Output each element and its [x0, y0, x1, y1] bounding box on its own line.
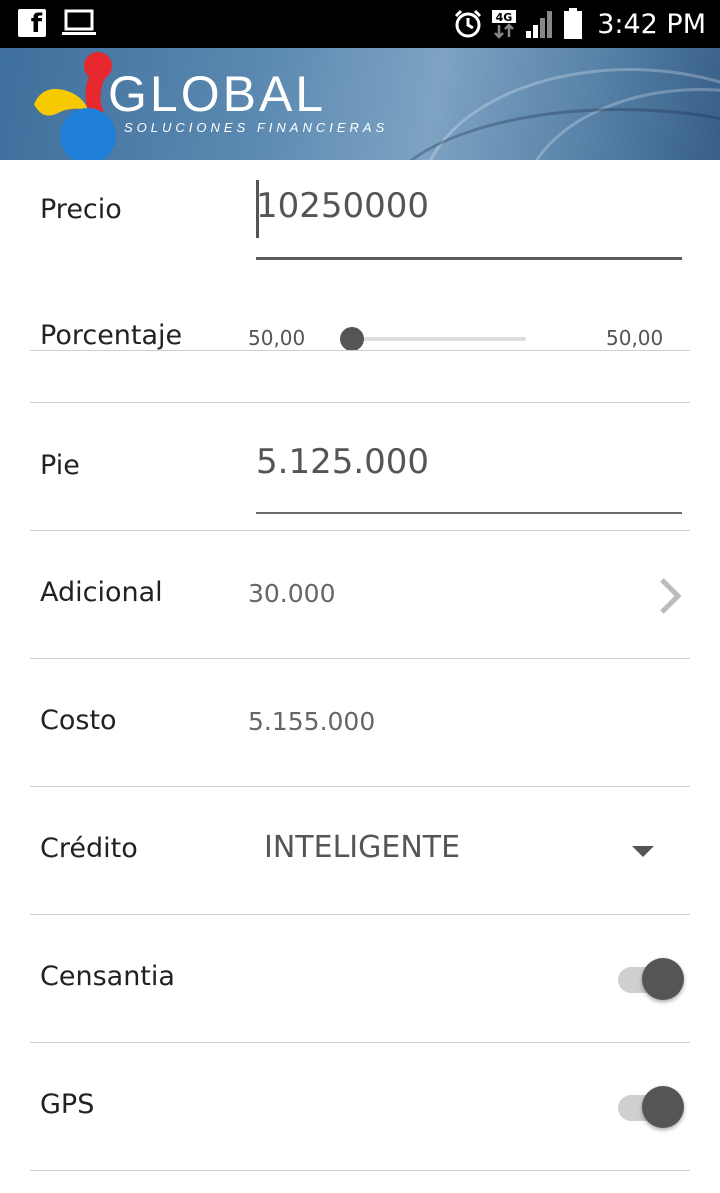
- status-bar: f 4G 3:42 PM: [0, 0, 720, 48]
- divider: [30, 658, 690, 659]
- toggle-thumb: [642, 1086, 684, 1128]
- pie-input-underline: [256, 512, 682, 514]
- divider: [30, 786, 690, 787]
- precio-input[interactable]: 10250000: [256, 186, 429, 226]
- divider: [30, 914, 690, 915]
- precio-label: Precio: [40, 194, 122, 225]
- pie-label: Pie: [40, 450, 80, 481]
- divider: [30, 1042, 690, 1043]
- censantia-label: Censantia: [40, 961, 175, 992]
- facebook-icon: f: [18, 9, 46, 37]
- costo-value: 5.155.000: [248, 707, 376, 736]
- battery-icon: [564, 8, 583, 39]
- divider: [30, 402, 690, 403]
- signal-icon: [526, 11, 553, 38]
- slider-max-value: 50,00: [606, 326, 664, 350]
- network-4g-icon: 4G: [492, 10, 517, 39]
- porcentaje-label: Porcentaje: [40, 320, 183, 351]
- pie-row: Pie 5.125.000: [0, 404, 720, 532]
- costo-label: Costo: [40, 705, 117, 736]
- brand-name: GLOBAL: [108, 66, 327, 122]
- credito-label: Crédito: [40, 833, 138, 864]
- precio-row: Precio 10250000: [0, 160, 720, 280]
- credito-row: Crédito INTELIGENTE: [0, 788, 720, 916]
- adicional-value: 30.000: [248, 579, 336, 608]
- alarm-icon: [455, 9, 482, 38]
- toggle-thumb: [642, 958, 684, 1000]
- divider: [30, 530, 690, 531]
- header-banner: GLOBAL SOLUCIONES FINANCIERAS: [0, 48, 720, 160]
- status-time: 3:42 PM: [597, 8, 706, 40]
- gps-row: GPS: [0, 1044, 720, 1172]
- laptop-icon: [62, 9, 96, 35]
- gps-toggle[interactable]: [618, 1086, 684, 1130]
- adicional-row[interactable]: Adicional 30.000: [0, 532, 720, 660]
- gps-label: GPS: [40, 1089, 95, 1120]
- divider: [30, 1170, 690, 1171]
- porcentaje-slider-thumb[interactable]: [340, 327, 364, 351]
- pie-input[interactable]: 5.125.000: [256, 442, 429, 482]
- costo-row: Costo 5.155.000: [0, 660, 720, 788]
- slider-min-value: 50,00: [248, 326, 306, 350]
- status-left-icons: f: [18, 9, 96, 37]
- brand-tagline: SOLUCIONES FINANCIERAS: [124, 120, 389, 135]
- precio-input-underline: [256, 257, 682, 260]
- divider: [30, 350, 690, 351]
- censantia-row: Censantia: [0, 916, 720, 1044]
- porcentaje-slider-track[interactable]: [352, 337, 526, 341]
- chevron-right-icon[interactable]: [658, 576, 682, 616]
- porcentaje-row: Porcentaje 50,00 50,00: [0, 300, 720, 404]
- status-right-icons: 4G 3:42 PM: [453, 0, 706, 48]
- brand-logo-icon: [34, 52, 116, 160]
- dropdown-arrow-icon[interactable]: [632, 846, 654, 857]
- credito-select[interactable]: INTELIGENTE: [264, 830, 460, 865]
- svg-text:4G: 4G: [496, 11, 513, 24]
- adicional-label: Adicional: [40, 577, 163, 608]
- censantia-toggle[interactable]: [618, 958, 684, 1002]
